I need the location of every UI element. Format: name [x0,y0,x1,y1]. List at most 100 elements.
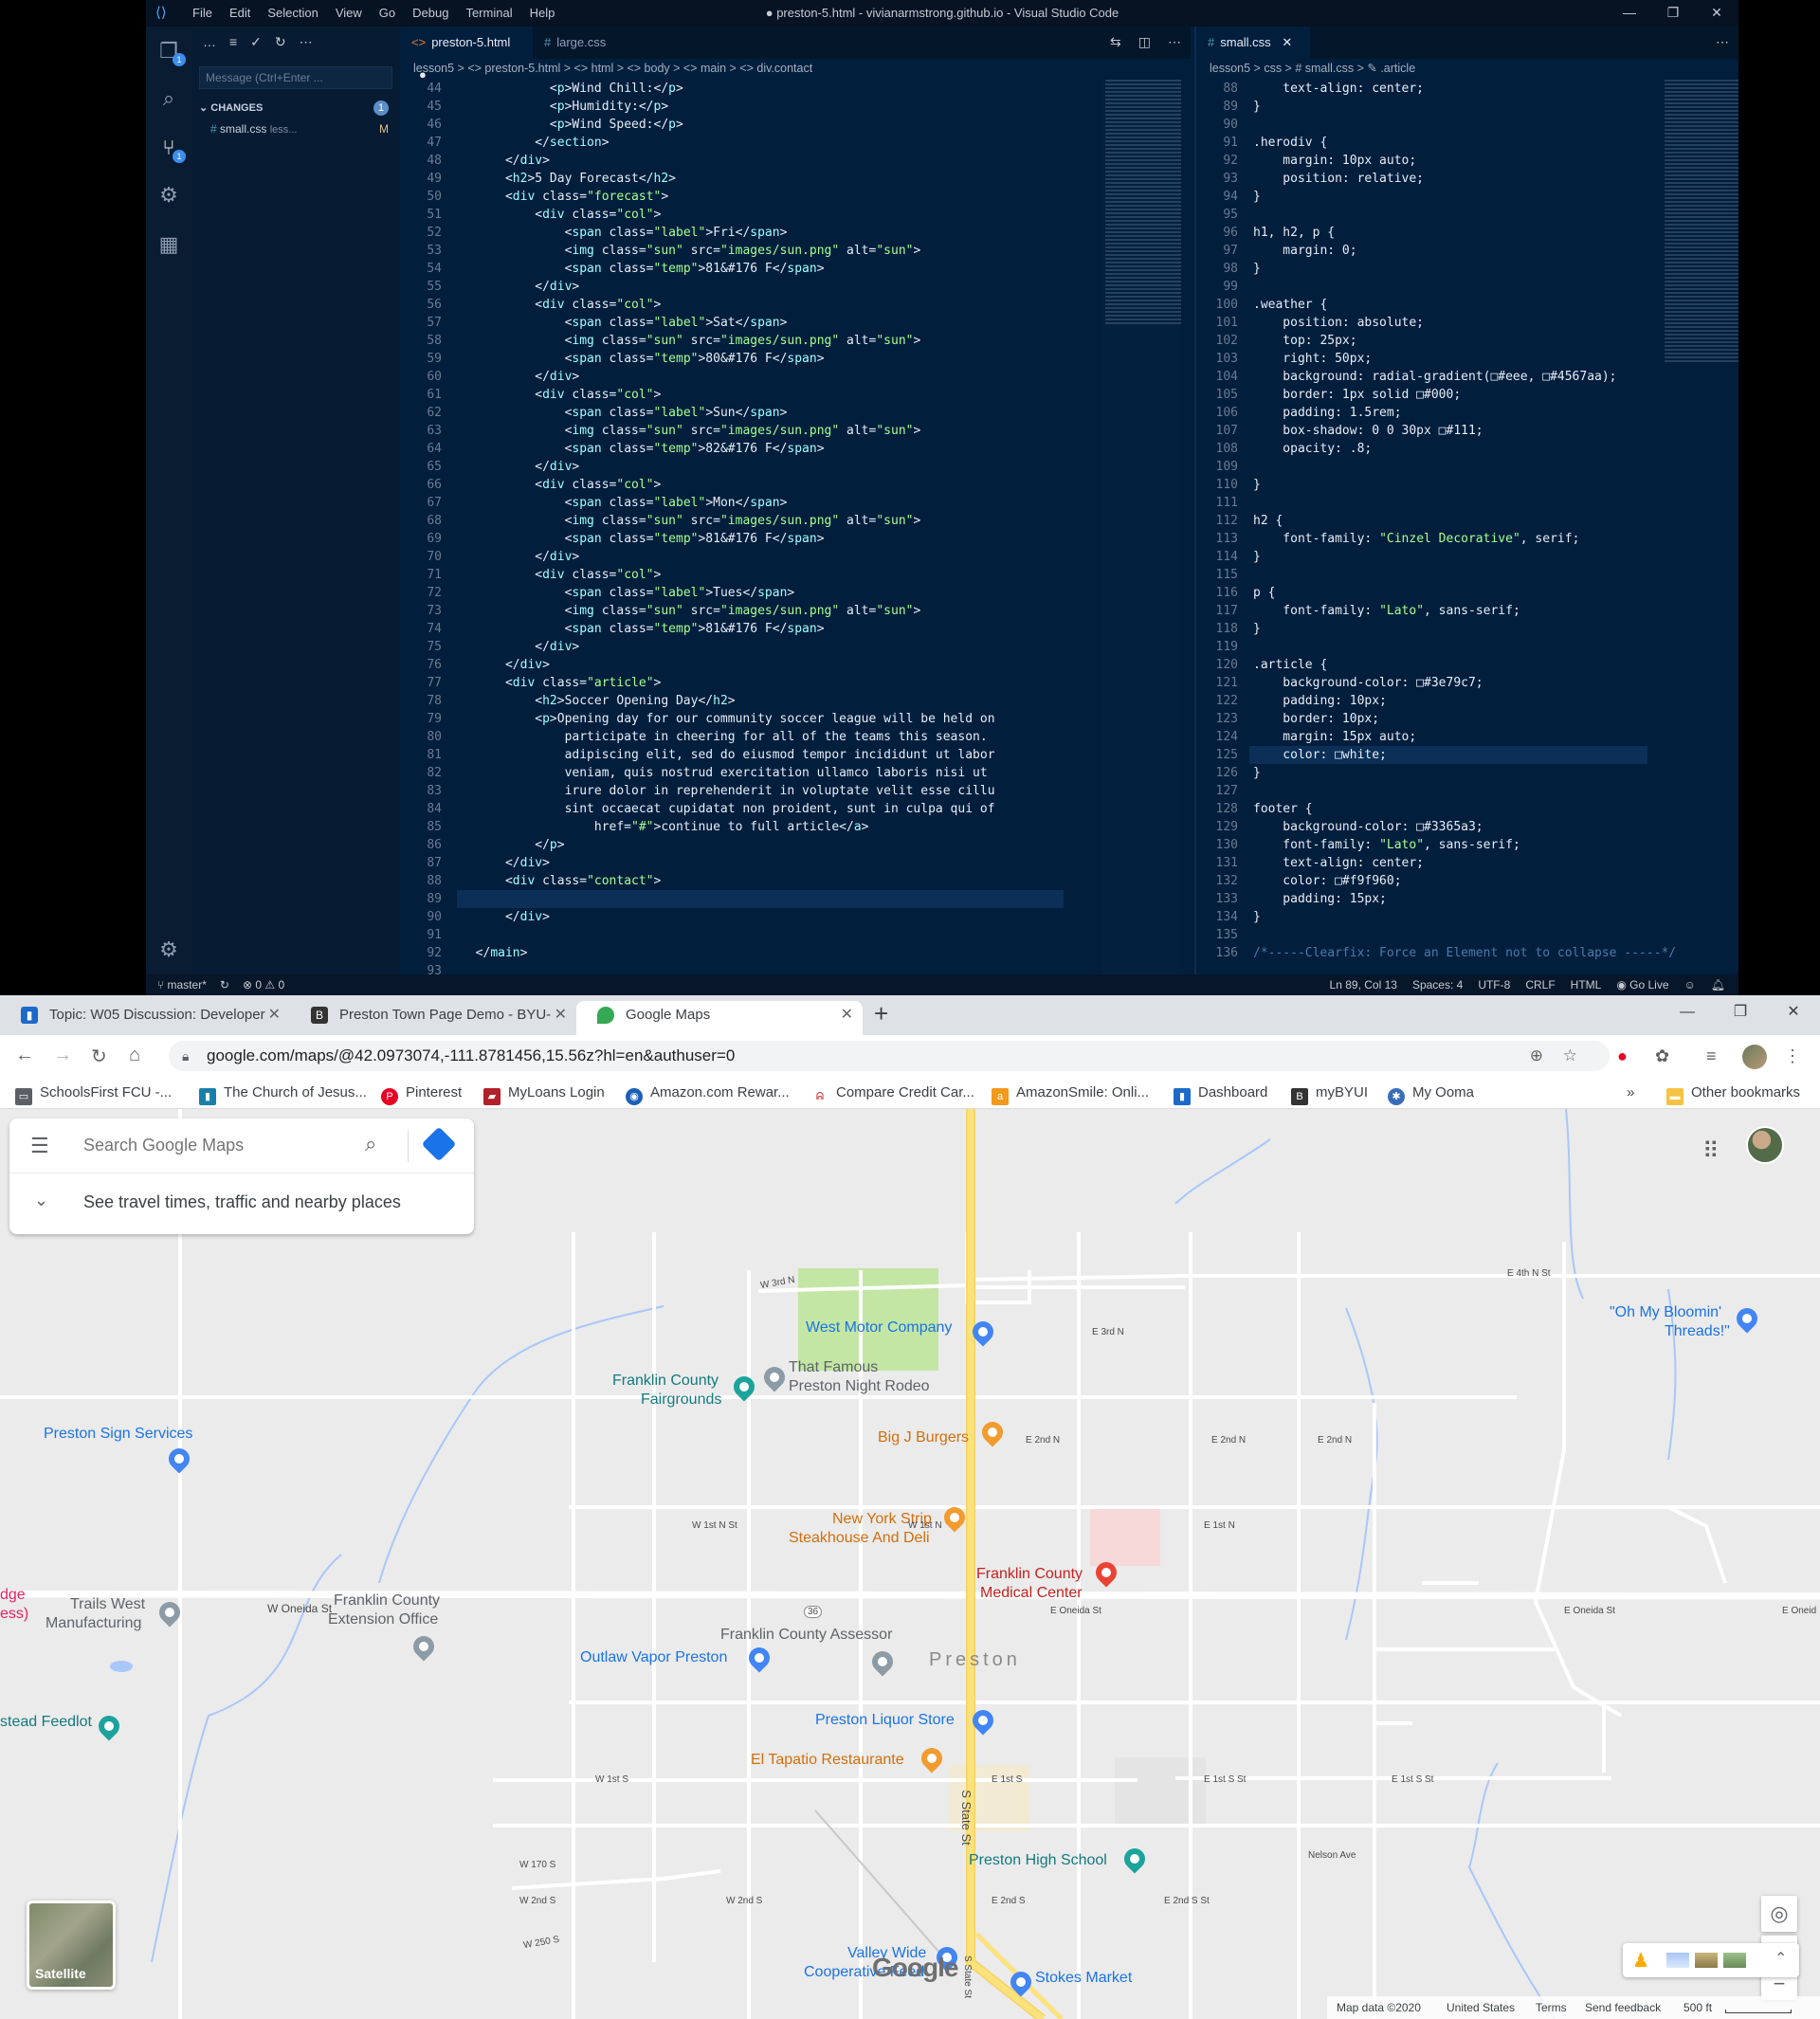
code-line[interactable]: top: 25px; [1253,332,1738,350]
close-tab-icon[interactable]: ✕ [268,1001,281,1029]
map-canvas[interactable]: ☰ ⌕ ⌄ See travel times, traffic and near… [0,1109,1820,2019]
new-tab-button[interactable]: + [874,999,888,1028]
code-line[interactable]: } [1253,98,1738,116]
encoding[interactable]: UTF-8 [1478,974,1510,995]
code-line[interactable]: } [1253,548,1738,566]
cursor-position[interactable]: Ln 89, Col 13 [1330,974,1397,995]
bookmark-compare-credit[interactable]: ᕱ Compare Credit Car... [811,1084,974,1105]
code-line[interactable] [1253,566,1738,584]
code-line[interactable]: </div> [461,458,1067,476]
code-line[interactable]: </div> [461,278,1067,296]
minimize-button[interactable]: — [1608,0,1651,25]
code-line[interactable]: } [1253,620,1738,638]
place-label[interactable]: Outlaw Vapor Preston [580,1649,727,1666]
code-line[interactable]: </div> [461,152,1067,170]
code-line[interactable]: right: 50px; [1253,350,1738,368]
breadcrumb[interactable]: lesson5 > css > # small.css > ✎ .article [1196,59,1738,78]
search-icon[interactable]: ⌕ [365,1132,376,1156]
bookmark-pinterest[interactable]: P Pinterest [381,1084,462,1105]
layer-thumb-icon[interactable] [1723,1953,1746,1968]
more-icon[interactable]: ⋯ [300,34,313,50]
bookmark-schoolsfirst[interactable]: ▭ SchoolsFirst FCU -... [15,1084,172,1105]
code-line[interactable]: h1, h2, p { [1253,224,1738,242]
split-editor-icon[interactable]: ◫ [1138,34,1151,50]
commit-check-icon[interactable]: ✓ [250,34,262,50]
code-line[interactable] [1253,278,1738,296]
menu-icon[interactable]: ☰ [30,1134,49,1158]
gear-icon[interactable]: ⚙ [155,937,182,963]
code-line[interactable]: text-align: center; [1253,854,1738,872]
place-label[interactable]: Preston High School [969,1852,1107,1869]
code-line[interactable]: <span class="temp">82&#176 F</span> [461,440,1067,458]
browser-tab-preston[interactable]: B Preston Town Page Demo - BYU- ✕ [290,1001,576,1035]
code-line[interactable]: </div> [461,368,1067,386]
code-line[interactable]: .weather { [1253,296,1738,314]
extension-icon[interactable]: ✿ [1655,1046,1669,1066]
code-line[interactable]: position: absolute; [1253,314,1738,332]
code-line[interactable] [461,926,1067,944]
place-label[interactable]: Medical Center [980,1585,1083,1602]
bookmark-church[interactable]: ▮ The Church of Jesus... [199,1084,367,1105]
commit-message-input[interactable]: Message (Ctrl+Enter ... [199,66,392,89]
code-line[interactable]: padding: 15px; [1253,890,1738,908]
region-link[interactable]: United States [1447,1996,1515,2019]
code-line[interactable]: <p>Humidity:</p> [461,98,1067,116]
place-label[interactable]: Big J Burgers [878,1429,969,1446]
code-line[interactable]: <span class="label">Mon</span> [461,494,1067,512]
explorer-icon[interactable]: ❐ 1 [155,38,186,66]
bookmark-myloans[interactable]: ▰ MyLoans Login [483,1084,605,1105]
changed-file-item[interactable]: # small.css less... M [210,119,392,138]
problems-indicator[interactable]: ⊗ 0 ⚠ 0 [243,974,284,995]
code-line[interactable] [1253,782,1738,800]
code-line[interactable]: <h2>5 Day Forecast</h2> [461,170,1067,188]
place-label[interactable]: Trails West [70,1596,145,1613]
code-line[interactable]: margin: 15px auto; [1253,728,1738,746]
avatar[interactable] [1746,1126,1784,1164]
place-label[interactable]: Fairgrounds [641,1391,721,1409]
code-line[interactable] [461,890,1067,908]
code-line[interactable]: <div class="col"> [461,566,1067,584]
place-label[interactable]: West Motor Company [806,1319,952,1337]
expand-icon[interactable]: ⌃ [1774,1949,1787,1968]
tab-large-css[interactable]: # large.css [533,27,646,59]
code-line[interactable]: h2 { [1253,512,1738,530]
changes-group[interactable]: ⌄ CHANGES 1 [199,99,392,118]
search-input[interactable] [83,1136,358,1155]
pegman-icon[interactable]: ♟ [1632,1949,1649,1973]
place-label[interactable]: Preston Night Rodeo [789,1378,930,1395]
travel-times-row[interactable]: ⌄ See travel times, traffic and nearby p… [9,1173,474,1230]
code-line[interactable]: background: radial-gradient(□#eee, □#456… [1253,368,1738,386]
close-button[interactable]: ✕ [1695,0,1738,25]
bookmark-star-icon[interactable]: ☆ [1563,1041,1577,1071]
close-tab-icon[interactable]: ✕ [1282,35,1292,49]
menu-icon[interactable]: ⋮ [1784,1046,1801,1066]
code-line[interactable]: } [1253,908,1738,926]
forward-icon[interactable]: → [53,1045,72,1066]
browser-tab-google-maps[interactable]: Google Maps ✕ [576,1001,863,1035]
code-line[interactable]: participate in cheering for all of the t… [461,728,1067,746]
close-tab-icon[interactable]: ✕ [555,1001,567,1029]
bookmark-dashboard[interactable]: ▮ Dashboard [1174,1084,1267,1105]
tab-small-css[interactable]: # small.css ✕ [1196,27,1310,59]
directions-icon[interactable] [421,1126,457,1162]
code-line[interactable]: <p>Opening day for our community soccer … [461,710,1067,728]
extensions-icon[interactable]: ▦ [155,231,182,258]
place-label[interactable]: Steakhouse And Deli [789,1530,930,1547]
place-label[interactable]: Franklin County [976,1566,1083,1583]
code-line[interactable]: veniam, quis nostrud exercitation ullamc… [461,764,1067,782]
code-line[interactable]: } [1253,476,1738,494]
code-line[interactable]: <span class="temp">80&#176 F</span> [461,350,1067,368]
send-feedback-link[interactable]: Send feedback [1585,1996,1661,2019]
place-label[interactable]: Franklin County Assessor [720,1627,892,1644]
search-icon[interactable]: ⌕ [155,85,182,112]
place-label[interactable]: Preston Liquor Store [815,1712,955,1729]
scale-label[interactable]: 500 ft [1684,1996,1712,2019]
collapse-icon[interactable]: … [203,34,216,50]
code-line[interactable] [1253,638,1738,656]
bookmarks-overflow[interactable]: » [1627,1084,1634,1100]
code-line[interactable] [1253,206,1738,224]
home-icon[interactable]: ⌂ [129,1045,140,1066]
place-label[interactable]: Stokes Market [1035,1970,1132,1987]
code-line[interactable]: <span class="temp">81&#176 F</span> [461,260,1067,278]
code-line[interactable]: <div class="article"> [461,674,1067,692]
